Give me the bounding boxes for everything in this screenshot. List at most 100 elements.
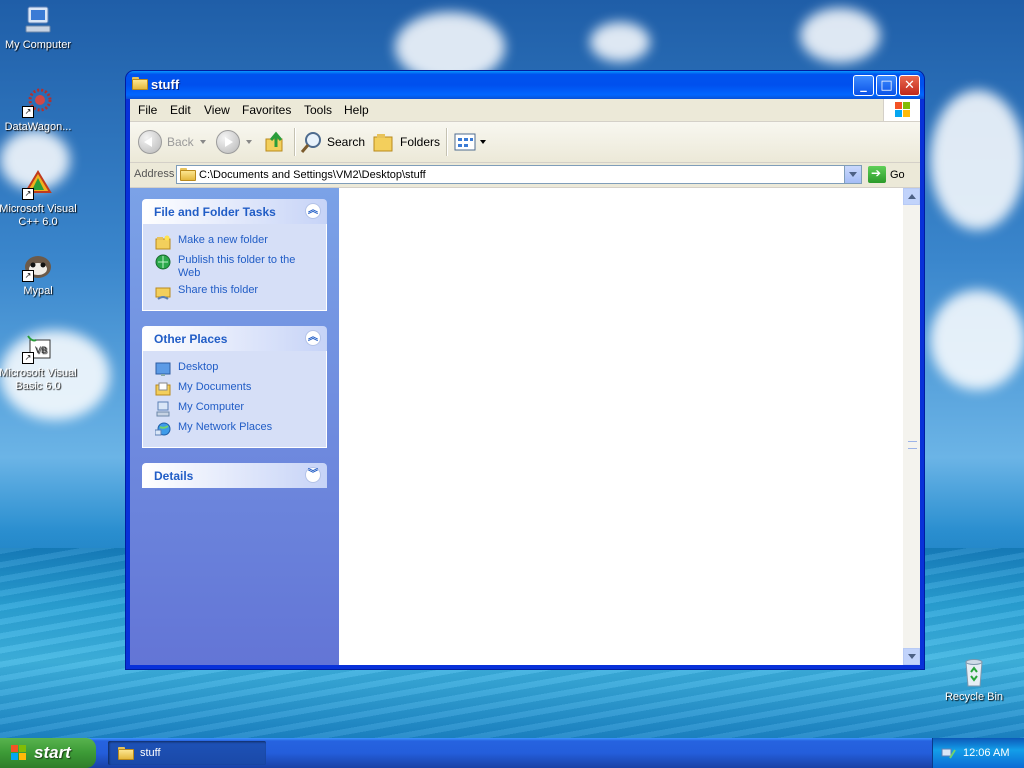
panel-header[interactable]: Other Places ︽ bbox=[142, 326, 327, 351]
new-folder-icon bbox=[155, 234, 171, 250]
desktop-icon-label: Recycle Bin bbox=[944, 691, 1004, 703]
folders-icon bbox=[373, 134, 393, 152]
tray-network-icon[interactable] bbox=[941, 745, 957, 761]
network-places-icon bbox=[154, 421, 171, 437]
panel-header[interactable]: Details ︾ bbox=[142, 463, 327, 488]
clock[interactable]: 12:06 AM bbox=[963, 747, 1009, 759]
place-label: My Computer bbox=[178, 401, 245, 413]
shortcut-arrow-icon: ↗ bbox=[22, 352, 34, 364]
scroll-up-button[interactable] bbox=[903, 188, 920, 205]
task-label: Make a new folder bbox=[178, 234, 268, 246]
chevron-down-icon bbox=[480, 140, 486, 144]
visual-cpp-icon: ↗ bbox=[22, 168, 54, 200]
place-label: My Documents bbox=[178, 381, 252, 393]
explorer-window: stuff _ □ ✕ File Edit View Favorites Too… bbox=[126, 71, 924, 669]
forward-button[interactable] bbox=[216, 129, 252, 155]
task-publish-web[interactable]: Publish this folder to the Web bbox=[143, 252, 326, 282]
vertical-scrollbar[interactable] bbox=[903, 188, 920, 665]
back-label: Back bbox=[167, 135, 194, 149]
chevron-down-icon[interactable]: ︾ bbox=[305, 467, 321, 483]
minimize-button[interactable]: _ bbox=[853, 75, 874, 96]
title-bar[interactable]: stuff _ □ ✕ bbox=[126, 71, 924, 99]
details-panel: Details ︾ bbox=[142, 463, 327, 488]
forward-arrow-icon bbox=[216, 130, 240, 154]
task-label: Share this folder bbox=[178, 284, 259, 296]
start-label: start bbox=[34, 743, 71, 762]
system-tray: 12:06 AM bbox=[932, 738, 1024, 768]
folder-icon bbox=[132, 77, 148, 91]
menu-favorites[interactable]: Favorites bbox=[242, 103, 291, 117]
desktop-icon-visual-cpp[interactable]: ↗ Microsoft Visual C++ 6.0 bbox=[0, 168, 78, 229]
desktop-icon-label: My Computer bbox=[4, 39, 72, 51]
my-computer-icon bbox=[155, 401, 171, 417]
views-button[interactable] bbox=[454, 129, 486, 155]
back-button[interactable]: Back bbox=[138, 129, 206, 155]
file-list-area[interactable] bbox=[339, 188, 903, 665]
search-button[interactable]: Search bbox=[300, 129, 365, 155]
visual-basic-icon: VB ↗ bbox=[22, 332, 54, 364]
toolbar-separator bbox=[294, 128, 296, 156]
cloud bbox=[590, 22, 650, 62]
go-label: Go bbox=[890, 168, 905, 181]
place-desktop[interactable]: Desktop bbox=[143, 359, 326, 379]
desktop-icon-my-computer[interactable]: My Computer bbox=[0, 4, 78, 52]
scrollbar-track[interactable] bbox=[904, 205, 919, 648]
desktop-icon-visual-basic[interactable]: VB ↗ Microsoft Visual Basic 6.0 bbox=[0, 332, 78, 393]
address-dropdown-button[interactable] bbox=[844, 166, 861, 183]
menu-help[interactable]: Help bbox=[344, 103, 369, 117]
desktop-icon-datawagon[interactable]: ↗ DataWagon... bbox=[0, 86, 78, 134]
desktop-icon-mypal[interactable]: ↗ Mypal bbox=[0, 250, 78, 298]
task-pane: File and Folder Tasks ︽ Make a new folde… bbox=[130, 188, 339, 665]
folders-button[interactable]: Folders bbox=[372, 129, 440, 155]
scroll-down-button[interactable] bbox=[903, 648, 920, 665]
scrollbar-grip bbox=[908, 441, 917, 449]
content-area: File and Folder Tasks ︽ Make a new folde… bbox=[130, 188, 920, 665]
task-share-folder[interactable]: Share this folder bbox=[143, 282, 326, 302]
menu-tools[interactable]: Tools bbox=[304, 103, 332, 117]
task-label: Publish this folder to the Web bbox=[178, 254, 296, 279]
go-button[interactable]: Go bbox=[868, 166, 905, 183]
start-button[interactable]: start bbox=[0, 738, 96, 768]
menu-bar: File Edit View Favorites Tools Help bbox=[130, 99, 920, 122]
close-icon: ✕ bbox=[904, 78, 915, 93]
desktop-icon-label: DataWagon... bbox=[4, 121, 72, 133]
place-network[interactable]: My Network Places bbox=[143, 419, 326, 439]
place-label: My Network Places bbox=[178, 421, 273, 433]
address-input[interactable]: C:\Documents and Settings\VM2\Desktop\st… bbox=[176, 165, 862, 184]
my-computer-icon bbox=[22, 4, 54, 36]
maximize-button[interactable]: □ bbox=[876, 75, 897, 96]
menu-view[interactable]: View bbox=[204, 103, 230, 117]
address-value: C:\Documents and Settings\VM2\Desktop\st… bbox=[199, 169, 426, 181]
place-my-documents[interactable]: My Documents bbox=[143, 379, 326, 399]
views-icon bbox=[454, 133, 476, 151]
chevron-up-icon[interactable]: ︽ bbox=[305, 203, 321, 219]
address-bar: Address C:\Documents and Settings\VM2\De… bbox=[130, 163, 920, 188]
windows-logo-icon bbox=[883, 99, 920, 121]
place-my-computer[interactable]: My Computer bbox=[143, 399, 326, 419]
mypal-icon: ↗ bbox=[22, 250, 54, 282]
toolbar: Back Search Folders bbox=[130, 122, 920, 163]
close-button[interactable]: ✕ bbox=[899, 75, 920, 96]
menu-file[interactable]: File bbox=[138, 103, 157, 117]
taskbar-item-stuff[interactable]: stuff bbox=[108, 741, 266, 765]
folder-icon bbox=[118, 746, 134, 760]
panel-title: File and Folder Tasks bbox=[154, 205, 276, 219]
desktop-icon-label: Mypal bbox=[23, 285, 53, 297]
window-title: stuff bbox=[151, 77, 180, 92]
up-folder-button[interactable] bbox=[264, 129, 286, 155]
menu-edit[interactable]: Edit bbox=[170, 103, 191, 117]
toolbar-separator bbox=[446, 128, 448, 156]
window-body: File Edit View Favorites Tools Help Back bbox=[130, 99, 920, 665]
publish-web-icon bbox=[155, 254, 171, 270]
search-label: Search bbox=[327, 135, 366, 149]
chevron-up-icon[interactable]: ︽ bbox=[305, 330, 321, 346]
desktop-icon-recycle-bin[interactable]: Recycle Bin bbox=[934, 656, 1014, 704]
desktop-icon bbox=[155, 361, 171, 377]
panel-header[interactable]: File and Folder Tasks ︽ bbox=[142, 199, 327, 224]
task-make-new-folder[interactable]: Make a new folder bbox=[143, 232, 326, 252]
shortcut-arrow-icon: ↗ bbox=[22, 106, 34, 118]
cloud bbox=[930, 90, 1024, 230]
windows-logo-icon bbox=[10, 744, 28, 762]
my-documents-icon bbox=[155, 381, 171, 397]
maximize-icon: □ bbox=[880, 78, 893, 93]
